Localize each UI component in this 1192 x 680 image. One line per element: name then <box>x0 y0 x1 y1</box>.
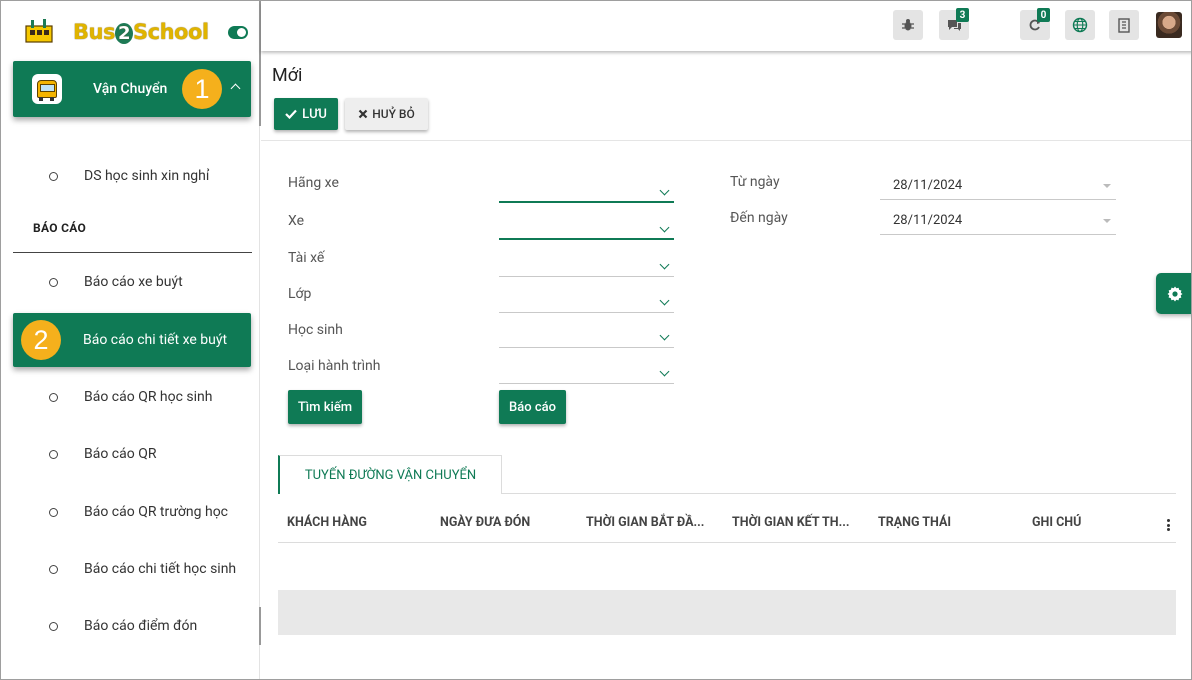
select-hang-xe[interactable] <box>499 177 674 203</box>
sidebar-item-bao-cao-qr-truong-hoc[interactable]: Báo cáo QR trường học <box>13 492 251 532</box>
header-divider <box>261 140 1191 141</box>
activity-button[interactable]: 0 <box>1020 8 1050 40</box>
debug-button[interactable] <box>893 10 923 40</box>
company-button[interactable] <box>1109 10 1139 40</box>
dropdown-icon <box>1103 219 1111 223</box>
bug-icon <box>902 19 914 31</box>
to-date-input[interactable]: 28/11/2024 <box>880 207 1116 235</box>
school-logo-icon <box>23 16 55 48</box>
sidebar-item-bao-cao-diem-don[interactable]: Báo cáo điểm đón <box>13 606 251 646</box>
sidebar-scrollbar[interactable] <box>259 607 261 645</box>
brand-name: Bus 2 School <box>73 20 209 44</box>
field-label-lop: Lớp <box>288 286 312 302</box>
bus-icon <box>32 74 62 104</box>
report-button[interactable]: Báo cáo <box>499 390 566 424</box>
settings-button[interactable] <box>1156 273 1191 314</box>
language-button[interactable] <box>1065 10 1095 40</box>
column-header-thoi-gian-bat-dau[interactable]: THỜI GIAN BẮT ĐẦ... <box>586 515 704 530</box>
chevron-down-icon <box>659 366 670 377</box>
activity-count-badge: 0 <box>1037 8 1050 22</box>
circle-icon <box>49 507 58 517</box>
select-lop[interactable] <box>499 287 674 313</box>
user-avatar[interactable] <box>1156 12 1182 38</box>
more-options-icon[interactable] <box>1167 519 1170 531</box>
gear-icon <box>1167 286 1182 301</box>
chevron-down-icon <box>659 185 670 196</box>
circle-icon <box>49 621 58 631</box>
brand-logo[interactable]: Bus 2 School <box>23 15 209 49</box>
column-header-ghi-chu[interactable]: GHI CHÚ <box>1032 515 1081 530</box>
select-hoc-sinh[interactable] <box>499 322 674 348</box>
search-button[interactable]: Tìm kiếm <box>288 390 362 424</box>
dropdown-icon <box>1103 184 1111 188</box>
tab-tuyen-duong-van-chuyen[interactable]: TUYẾN ĐƯỜNG VẬN CHUYỂN <box>278 455 502 494</box>
app-window: Bus 2 School Vận Chuyển 1 DS học sinh xin … <box>0 0 1192 680</box>
from-date-label: Từ ngày <box>730 174 780 190</box>
sidebar-item-bao-cao-qr-hoc-sinh[interactable]: Báo cáo QR học sinh <box>13 377 251 417</box>
top-bar: 3 0 <box>261 1 1191 51</box>
step-badge-2: 2 <box>21 320 61 360</box>
section-title-bao-cao: BÁO CÁO <box>33 221 87 235</box>
sidebar-item-bao-cao-chi-tiet-xe-buyt[interactable]: 2 Báo cáo chi tiết xe buýt <box>13 313 251 367</box>
circle-icon <box>49 564 58 574</box>
chevron-up-icon[interactable] <box>230 83 241 94</box>
table-header-divider <box>278 542 1176 543</box>
field-label-xe: Xe <box>288 213 305 229</box>
close-icon <box>358 109 368 119</box>
chevron-down-icon <box>659 330 670 341</box>
tab-divider <box>502 493 1176 494</box>
field-label-hoc-sinh: Học sinh <box>288 322 343 338</box>
step-badge-1: 1 <box>182 69 222 109</box>
to-date-label: Đến ngày <box>730 210 788 226</box>
sidebar-item-bao-cao-xe-buyt[interactable]: Báo cáo xe buýt <box>13 262 251 302</box>
menu-group-van-chuyen[interactable]: Vận Chuyển 1 <box>13 61 251 117</box>
field-label-tai-xe: Tài xế <box>288 250 325 266</box>
chevron-down-icon <box>659 295 670 306</box>
circle-icon <box>49 171 58 181</box>
section-divider <box>13 252 252 253</box>
select-tai-xe[interactable] <box>499 251 674 277</box>
page-title: Mới <box>272 65 303 86</box>
messages-button[interactable]: 3 <box>939 8 969 40</box>
building-icon <box>1118 17 1130 33</box>
table-empty-row <box>278 590 1176 635</box>
select-loai-hanh-trinh[interactable] <box>499 358 674 384</box>
check-icon <box>285 109 297 119</box>
chevron-down-icon <box>659 259 670 270</box>
sidebar-item-bao-cao-qr[interactable]: Báo cáo QR <box>13 434 251 474</box>
select-xe[interactable] <box>499 214 674 240</box>
from-date-input[interactable]: 28/11/2024 <box>880 172 1116 200</box>
column-header-ngay-dua-don[interactable]: NGÀY ĐƯA ĐÓN <box>440 515 530 530</box>
save-button[interactable]: LƯU <box>274 98 338 130</box>
circle-icon <box>49 277 58 287</box>
circle-icon <box>49 449 58 459</box>
column-header-khach-hang[interactable]: KHÁCH HÀNG <box>287 515 367 530</box>
messages-count-badge: 3 <box>956 8 969 22</box>
globe-icon <box>1072 17 1088 33</box>
column-header-thoi-gian-ket-thuc[interactable]: THỜI GIAN KẾT TH... <box>732 515 849 530</box>
field-label-loai-hanh-trinh: Loại hành trình <box>288 358 381 374</box>
sidebar: Bus 2 School Vận Chuyển 1 DS học sinh xin … <box>1 1 261 679</box>
sidebar-item-bao-cao-chi-tiet-hoc-sinh[interactable]: Báo cáo chi tiết học sinh <box>13 549 251 589</box>
circle-icon <box>49 392 58 402</box>
sidebar-toggle[interactable] <box>228 26 248 39</box>
chevron-down-icon <box>659 222 670 233</box>
column-header-trang-thai[interactable]: TRẠNG THÁI <box>878 515 951 530</box>
field-label-hang-xe: Hãng xe <box>288 175 339 191</box>
sidebar-item-ds-hoc-sinh-xin-nghi[interactable]: DS học sinh xin nghỉ <box>13 156 251 196</box>
cancel-button[interactable]: HUỶ BỎ <box>345 98 428 130</box>
menu-group-label: Vận Chuyển <box>93 81 168 97</box>
